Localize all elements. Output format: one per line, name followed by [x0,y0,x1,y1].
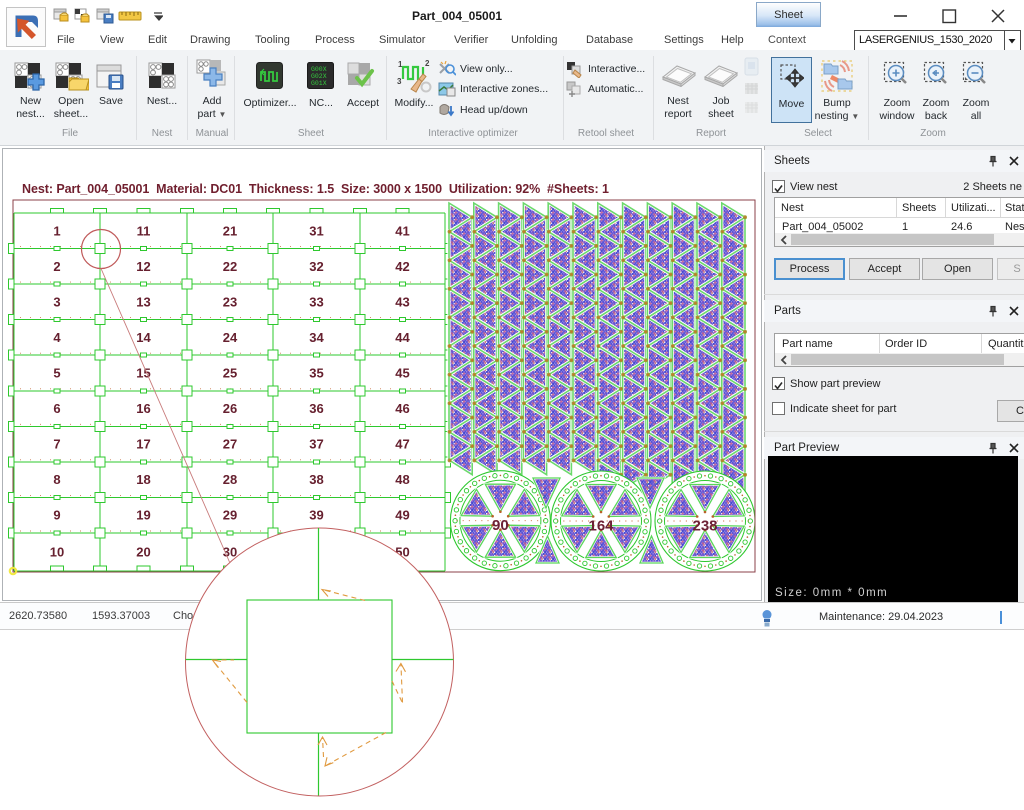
svg-text:4: 4 [53,330,61,345]
svg-text:12: 12 [136,259,150,274]
svg-text:22: 22 [223,259,237,274]
svg-text:90: 90 [492,517,509,534]
svg-text:2: 2 [425,59,430,68]
svg-text:44: 44 [395,330,410,345]
svg-text:5: 5 [53,366,60,381]
svg-text:23: 23 [223,294,237,309]
svg-text:37: 37 [309,437,323,452]
svg-text:9: 9 [53,508,60,523]
svg-text:16: 16 [136,401,150,416]
svg-text:35: 35 [309,366,323,381]
svg-text:27: 27 [223,437,237,452]
svg-text:32: 32 [309,259,323,274]
svg-text:164: 164 [588,518,614,535]
svg-text:3: 3 [53,294,60,309]
svg-text:43: 43 [395,294,409,309]
svg-text:Nest: Part_004_05001 Material: Nest: Part_004_05001 Material: DC01 Thic… [22,182,609,196]
svg-text:42: 42 [395,259,409,274]
svg-text:33: 33 [309,294,323,309]
svg-text:28: 28 [223,472,237,487]
svg-text:17: 17 [136,437,150,452]
svg-text:2: 2 [53,259,60,274]
svg-text:19: 19 [136,508,150,523]
svg-text:18: 18 [136,472,150,487]
svg-text:8: 8 [53,472,60,487]
svg-text:34: 34 [309,330,324,345]
svg-text:36: 36 [309,401,323,416]
svg-text:11: 11 [137,223,151,238]
svg-text:48: 48 [395,472,409,487]
svg-text:G01X: G01X [311,80,327,87]
svg-text:31: 31 [309,223,323,238]
svg-text:20: 20 [136,545,150,560]
svg-text:G02X: G02X [311,73,327,80]
svg-text:7: 7 [53,437,60,452]
svg-text:1: 1 [53,223,60,238]
svg-text:21: 21 [223,223,237,238]
svg-text:41: 41 [395,223,409,238]
svg-text:25: 25 [223,366,237,381]
svg-text:45: 45 [395,366,409,381]
svg-text:3: 3 [397,77,402,86]
svg-text:26: 26 [223,401,237,416]
svg-text:6: 6 [53,401,60,416]
svg-text:46: 46 [395,401,409,416]
svg-text:47: 47 [395,437,409,452]
svg-text:24: 24 [223,330,238,345]
svg-text:238: 238 [692,518,717,535]
svg-text:38: 38 [309,472,323,487]
svg-text:14: 14 [136,330,151,345]
svg-text:10: 10 [50,545,64,560]
svg-text:G00X: G00X [311,66,327,73]
svg-text:13: 13 [136,294,150,309]
